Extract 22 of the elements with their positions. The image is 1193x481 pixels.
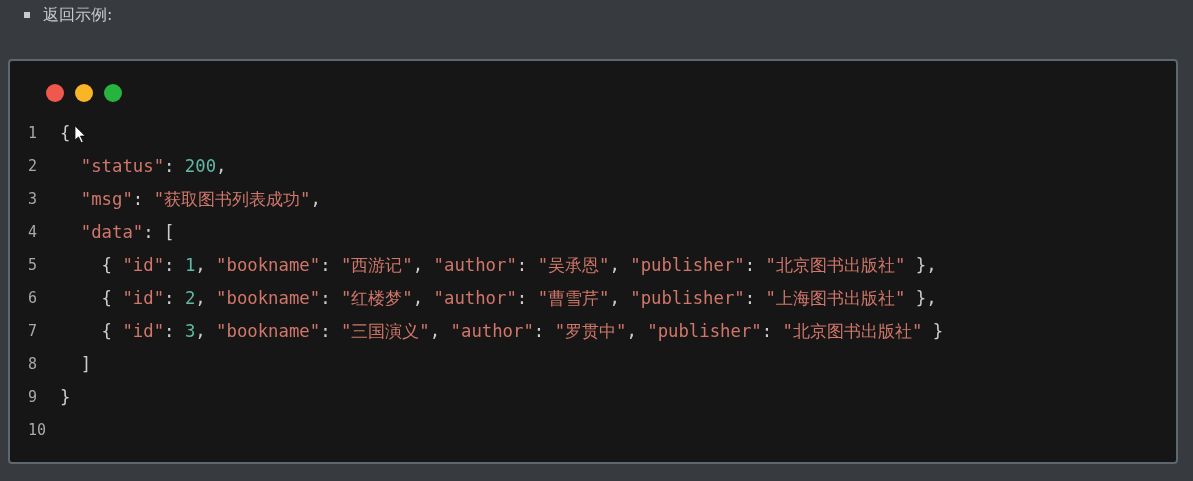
line-number: 6: [27, 288, 39, 307]
line-number: 4: [27, 222, 39, 241]
line-number: 10: [27, 420, 48, 439]
code-line: { "id": 3, "bookname": "三国演义", "author": "罗贯中", "publisher": "北京图书出版社" }: [100, 319, 944, 343]
line-number: 3: [27, 189, 39, 208]
code-line: { "id": 2, "bookname": "红楼梦", "author": "曹雪芹", "publisher": "上海图书出版社" },: [100, 286, 937, 310]
code-line: {: [60, 122, 71, 143]
bullet-icon: [24, 12, 30, 18]
mouse-pointer-icon: [74, 125, 87, 144]
code-line: "msg": "获取图书列表成功",: [79, 187, 321, 211]
line-number: 5: [27, 255, 39, 274]
line-number: 8: [27, 354, 39, 373]
section-heading: 返回示例:: [43, 4, 113, 26]
line-number: 7: [27, 321, 39, 340]
code-line: }: [60, 386, 71, 407]
line-number: 2: [27, 156, 39, 175]
code-line: "status": 200,: [79, 155, 227, 176]
code-line: "data": [: [79, 221, 175, 242]
line-number: 9: [27, 387, 39, 406]
code-line: { "id": 1, "bookname": "西游记", "author": "吴承恩", "publisher": "北京图书出版社" },: [100, 253, 937, 277]
code-line: ]: [79, 353, 92, 374]
line-number: 1: [27, 123, 39, 142]
